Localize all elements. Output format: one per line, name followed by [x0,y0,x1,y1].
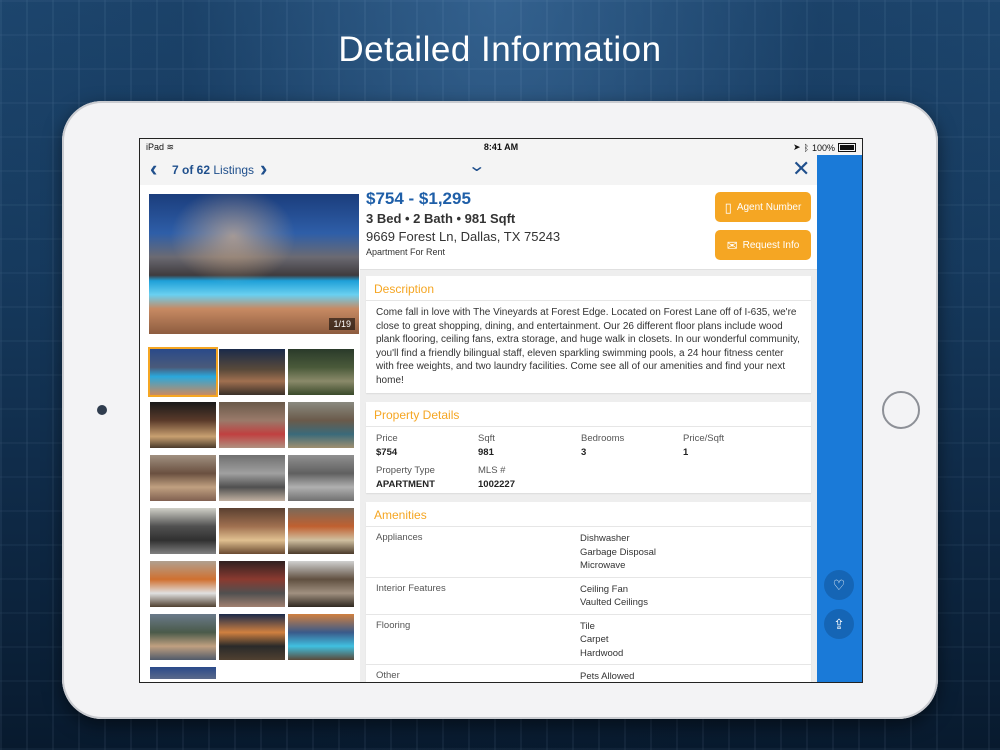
photo-counter: 1/19 [329,318,355,330]
phone-icon: ▯ [724,199,732,215]
status-time: 8:41 AM [483,142,519,152]
thumbnail[interactable] [150,455,216,501]
property-type: Apartment For Rent [366,247,446,257]
property-details-grid: Price $754 Sqft 981 Bedrooms 3 Price/Sqft 1 … [366,427,811,493]
thumbnail[interactable] [150,614,216,660]
thumbnail[interactable] [219,349,285,395]
thumbnail[interactable] [219,455,285,501]
thumbnail[interactable] [150,561,216,607]
chevron-left-icon[interactable]: ‹ [150,158,157,180]
thumbnail-grid [148,347,360,682]
page-headline: Detailed Information [338,30,662,69]
detail-mls: MLS #1002227 [478,465,515,490]
price-range: $754 - $1,295 [366,189,471,208]
thumbnail[interactable] [150,667,216,679]
main-photo[interactable]: 1/19 [149,194,359,334]
thumbnail[interactable] [219,561,285,607]
listing-summary: $754 - $1,295 3 Bed • 2 Bath • 981 Sqft … [360,185,817,270]
thumbnail[interactable] [288,614,354,660]
agent-number-button[interactable]: ▯ Agent Number [715,192,811,222]
amenity-row-flooring: Flooring Tile Carpet Hardwood [366,615,811,665]
amenities-card: Amenities Appliances Dishwasher Garbage … [366,502,811,682]
thumbnail[interactable] [150,402,216,448]
thumbnail[interactable] [219,508,285,554]
listing-nav-bar: ‹ 7 of 62 Listings › ⌄ ✕ [140,155,817,185]
thumbnail[interactable] [150,508,216,554]
status-right: ➤ ᛒ 100% [793,142,856,153]
amenities-title: Amenities [366,502,811,527]
amenity-row-appliances: Appliances Dishwasher Garbage Disposal M… [366,527,811,578]
description-card: Description Come fall in love with The V… [366,276,811,393]
thumbnail[interactable] [288,349,354,395]
beds-baths-sqft: 3 Bed • 2 Bath • 981 Sqft [366,211,516,226]
mail-icon: ✉ [726,237,738,253]
thumbnail[interactable] [219,614,285,660]
detail-property-type: Property Type APARTMENT [376,465,435,490]
thumbnail[interactable] [219,402,285,448]
bluetooth-icon: ᛒ [803,142,809,153]
thumbnail[interactable] [288,402,354,448]
status-bar: iPad ≋ 8:41 AM ➤ ᛒ 100% [140,139,862,155]
description-text: Come fall in love with The Vineyards at … [376,307,800,386]
request-info-button[interactable]: ✉ Request Info [715,230,811,260]
amenity-row-other: Other Pets Allowed [366,665,811,682]
thumbnail[interactable] [288,455,354,501]
battery-icon [838,143,856,152]
camera-dot [97,405,107,415]
amenity-row-interior: Interior Features Ceiling Fan Vaulted Ce… [366,578,811,615]
detail-price-per-sqft: Price/Sqft 1 [683,433,725,458]
heart-icon[interactable]: ♡ [824,570,854,600]
thumbnail[interactable] [288,561,354,607]
share-icon[interactable]: ⇪ [824,609,854,639]
listing-details: $754 - $1,295 3 Bed • 2 Bath • 981 Sqft … [360,185,817,682]
tablet-frame: iPad ≋ 8:41 AM ➤ ᛒ 100% ‹ 7 of 62 Listin… [62,101,938,719]
address: 9669 Forest Ln, Dallas, TX 75243 [366,229,561,244]
app-screen: iPad ≋ 8:41 AM ➤ ᛒ 100% ‹ 7 of 62 Listin… [139,138,863,683]
action-rail: ♡ ⇪ [817,155,862,682]
location-icon: ➤ [793,142,801,152]
chevron-down-icon[interactable]: ⌄ [467,156,486,176]
thumbnail[interactable] [288,508,354,554]
detail-bedrooms: Bedrooms 3 [581,433,625,458]
property-details-title: Property Details [366,402,811,427]
close-icon[interactable]: ✕ [792,158,810,180]
photo-gallery: 1/19 [140,185,360,682]
detail-price: Price $754 [376,433,398,458]
detail-sqft: Sqft 981 [478,433,495,458]
battery-percent: 100% [811,142,835,153]
thumbnail[interactable] [148,347,218,397]
property-details-card: Property Details Price $754 Sqft 981 Bedro… [366,402,811,493]
home-button[interactable] [882,391,920,429]
listing-counter: 7 of 62 Listings [172,163,255,177]
chevron-right-icon[interactable]: › [260,158,267,180]
description-title: Description [366,276,811,301]
